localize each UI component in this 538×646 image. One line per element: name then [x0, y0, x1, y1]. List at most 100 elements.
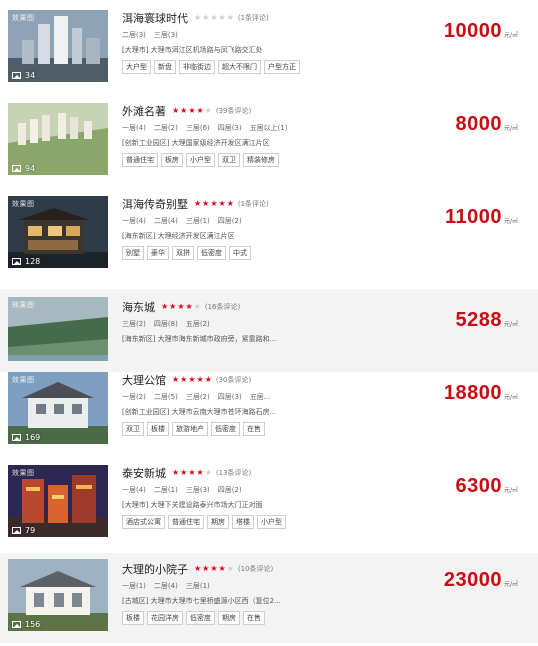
- layout-option[interactable]: 二居(4): [154, 217, 178, 225]
- star-icon: ★: [226, 199, 234, 208]
- layout-option[interactable]: 二居(3): [122, 31, 146, 39]
- feature-tag: 小户型: [257, 515, 286, 529]
- star-icon: ★: [204, 375, 212, 384]
- feature-tag: 板楼: [147, 422, 169, 436]
- review-count[interactable]: (10条评论): [238, 564, 273, 574]
- layout-option[interactable]: 三居(2): [186, 393, 210, 401]
- layout-option[interactable]: 四居(3): [218, 124, 242, 132]
- star-icon: ★: [193, 302, 201, 311]
- layout-option[interactable]: 五居...: [250, 393, 271, 401]
- listing-photo[interactable]: 效果图 169: [8, 372, 108, 444]
- star-icon: ★: [202, 13, 210, 22]
- star-icon: ★: [169, 302, 177, 311]
- star-icon: ★: [218, 13, 226, 22]
- photo-count-value: 128: [25, 257, 41, 266]
- review-count[interactable]: (1条评论): [238, 199, 269, 209]
- photo-tag: 效果图: [12, 469, 35, 477]
- layout-option[interactable]: 四居(2): [218, 217, 242, 225]
- rating-stars: ★ ★ ★ ★ ★: [172, 107, 212, 115]
- price-unit: 元/㎡: [503, 581, 518, 588]
- layout-option[interactable]: 五居(2): [186, 320, 210, 328]
- star-icon: ★: [194, 199, 202, 208]
- star-icon: ★: [172, 468, 180, 477]
- layout-option[interactable]: 二居(1): [154, 486, 178, 494]
- price-value: 11000: [444, 206, 502, 228]
- listing-photo[interactable]: 156: [8, 559, 108, 631]
- feature-tag: 双拼: [172, 246, 194, 260]
- layout-option[interactable]: 二居(4): [154, 582, 178, 590]
- layout-option[interactable]: 四居(8): [154, 320, 178, 328]
- listing-name[interactable]: 大理公馆: [122, 372, 166, 388]
- layout-option[interactable]: 一居(4): [122, 124, 146, 132]
- review-count[interactable]: (30条评论): [216, 375, 251, 385]
- layout-option[interactable]: 三居(2): [122, 320, 146, 328]
- star-icon: ★: [180, 468, 188, 477]
- listing-name[interactable]: 海东城: [122, 299, 155, 315]
- photo-tag: 效果图: [12, 14, 35, 22]
- rating-stars: ★ ★ ★ ★ ★: [172, 376, 212, 384]
- listing-photo[interactable]: 效果图: [8, 297, 108, 361]
- star-icon: ★: [226, 13, 234, 22]
- star-icon: ★: [188, 468, 196, 477]
- review-count[interactable]: (39条评论): [216, 106, 251, 116]
- review-count[interactable]: (13条评论): [216, 468, 251, 478]
- photo-count: 34: [12, 71, 35, 80]
- feature-tag: 塔楼: [232, 515, 254, 529]
- tag-list: 板楼 花园洋房 低密度 期房 在售: [122, 611, 412, 625]
- star-icon: ★: [188, 106, 196, 115]
- listing-item: 效果图 169 大理公馆 ★ ★ ★ ★ ★ (30条评论) 一居(2) 二居(5) 三居(…: [0, 372, 538, 460]
- layout-option[interactable]: 四居(2): [218, 486, 242, 494]
- tag-list: 普通住宅 板房 小户型 双卫 精装修房: [122, 153, 412, 167]
- feature-tag: 大户型: [122, 60, 151, 74]
- star-icon: ★: [194, 13, 202, 22]
- image-icon: [12, 258, 21, 265]
- layout-option[interactable]: 一居(1): [122, 582, 146, 590]
- listing-item: 效果图 海东城 ★ ★ ★ ★ ★ (16条评论) 三居(2) 四居(8) 五居(2) [海…: [0, 289, 538, 377]
- layout-option[interactable]: 三居(6): [186, 124, 210, 132]
- listing-item: 94 外滩名著 ★ ★ ★ ★ ★ (39条评论) 一居(4) 二居(2) 三居(6) 四居(…: [0, 103, 538, 191]
- layout-option[interactable]: 二居(2): [154, 124, 178, 132]
- price: 8000 元/㎡: [455, 113, 518, 136]
- photo-tag: 效果图: [12, 376, 35, 384]
- listing-photo[interactable]: 94: [8, 103, 108, 175]
- star-icon: ★: [188, 375, 196, 384]
- feature-tag: 期房: [218, 611, 240, 625]
- listing-name[interactable]: 外滩名著: [122, 103, 166, 119]
- layout-option[interactable]: 四居(3): [218, 393, 242, 401]
- listing-name[interactable]: 洱海寰球时代: [122, 10, 188, 26]
- review-count[interactable]: (1条评论): [238, 13, 269, 23]
- feature-tag: 中式: [229, 246, 251, 260]
- photo-count: 169: [12, 433, 40, 442]
- image-icon: [12, 72, 21, 79]
- feature-tag: 双卫: [122, 422, 144, 436]
- listing-name[interactable]: 泰安新城: [122, 465, 166, 481]
- star-icon: ★: [210, 13, 218, 22]
- layout-option[interactable]: 一居(4): [122, 217, 146, 225]
- photo-count-value: 156: [25, 620, 41, 629]
- listing-photo[interactable]: 效果图 128: [8, 196, 108, 268]
- listing-item: 效果图 34 洱海寰球时代 ★ ★ ★ ★ ★ (1条评论) 二居(3) 三居(3) [大…: [0, 10, 538, 98]
- listing-name[interactable]: 洱海传奇别墅: [122, 196, 188, 212]
- layout-option[interactable]: 二居(5): [154, 393, 178, 401]
- layout-option[interactable]: 三居(3): [186, 486, 210, 494]
- listing-photo[interactable]: 效果图 79: [8, 465, 108, 537]
- layout-option[interactable]: 一居(2): [122, 393, 146, 401]
- feature-tag: 期房: [207, 515, 229, 529]
- photo-count: 94: [12, 164, 35, 173]
- photo-tag: 效果图: [12, 200, 35, 208]
- layout-option[interactable]: 三居(1): [186, 217, 210, 225]
- layout-list: 二居(3) 三居(3): [122, 30, 412, 40]
- layout-option[interactable]: 三居(1): [186, 582, 210, 590]
- star-icon: ★: [172, 375, 180, 384]
- layout-option[interactable]: 五居以上(1): [250, 124, 288, 132]
- review-count[interactable]: (16条评论): [205, 302, 240, 312]
- listing-address: [大理市] 大理下关建设路泰兴市场大门正对面: [122, 501, 263, 509]
- layout-option[interactable]: 三居(3): [154, 31, 178, 39]
- listing-photo[interactable]: 效果图 34: [8, 10, 108, 82]
- layout-list: 一居(4) 二居(2) 三居(6) 四居(3) 五居以上(1): [122, 123, 412, 133]
- layout-option[interactable]: 一居(4): [122, 486, 146, 494]
- feature-tag: 户型方正: [264, 60, 300, 74]
- photo-count: 156: [12, 620, 40, 629]
- price-value: 5288: [455, 309, 502, 331]
- listing-name[interactable]: 大理的小院子: [122, 561, 188, 577]
